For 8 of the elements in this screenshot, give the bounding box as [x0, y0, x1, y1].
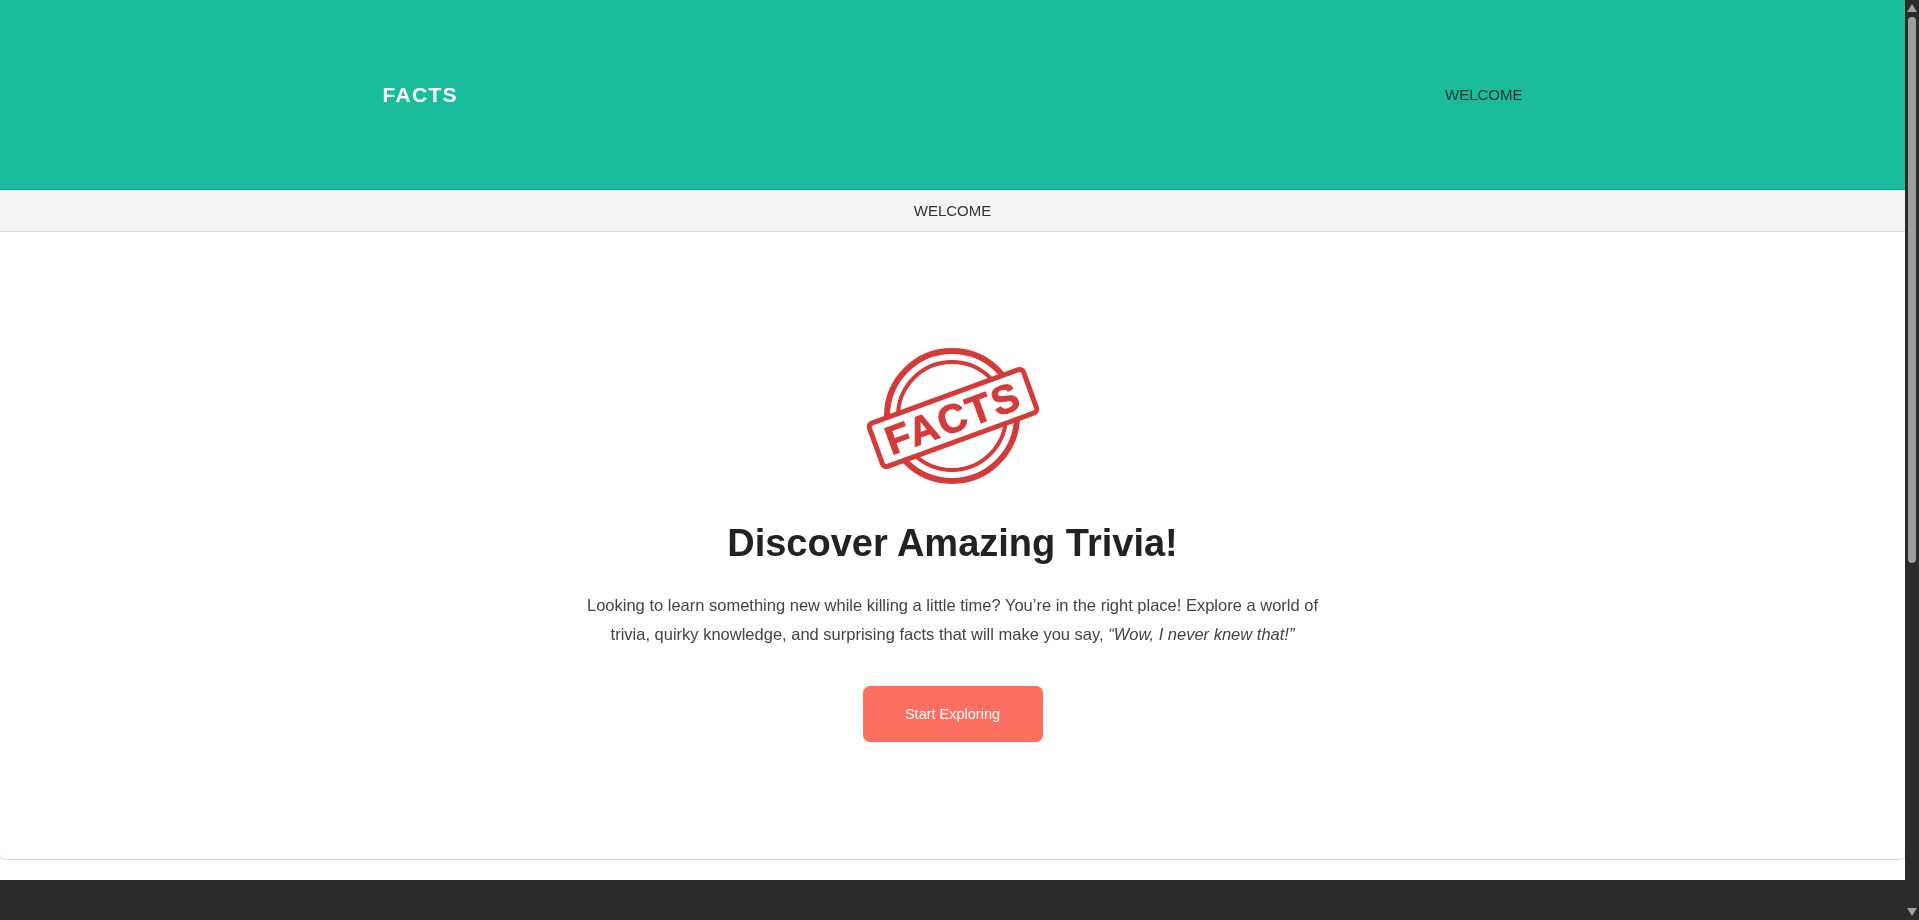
scroll-up-icon[interactable] [1907, 4, 1917, 12]
scrollbar-thumb[interactable] [1908, 17, 1916, 563]
scrollbar[interactable] [1905, 0, 1919, 920]
nav-link[interactable]: WELCOME [1445, 86, 1523, 103]
hero-title: Discover Amazing Trivia! [727, 521, 1178, 566]
hero-text: Looking to learn something new while killing a little time? You’re in the right place! Explore a world of trivia, quirky knowledge, and surprising facts that will make you say, “Wow, I never knew that!” [586, 595, 1319, 645]
subnav-link[interactable]: WELCOME [913, 202, 992, 219]
scroll-down-icon[interactable] [1907, 908, 1917, 916]
